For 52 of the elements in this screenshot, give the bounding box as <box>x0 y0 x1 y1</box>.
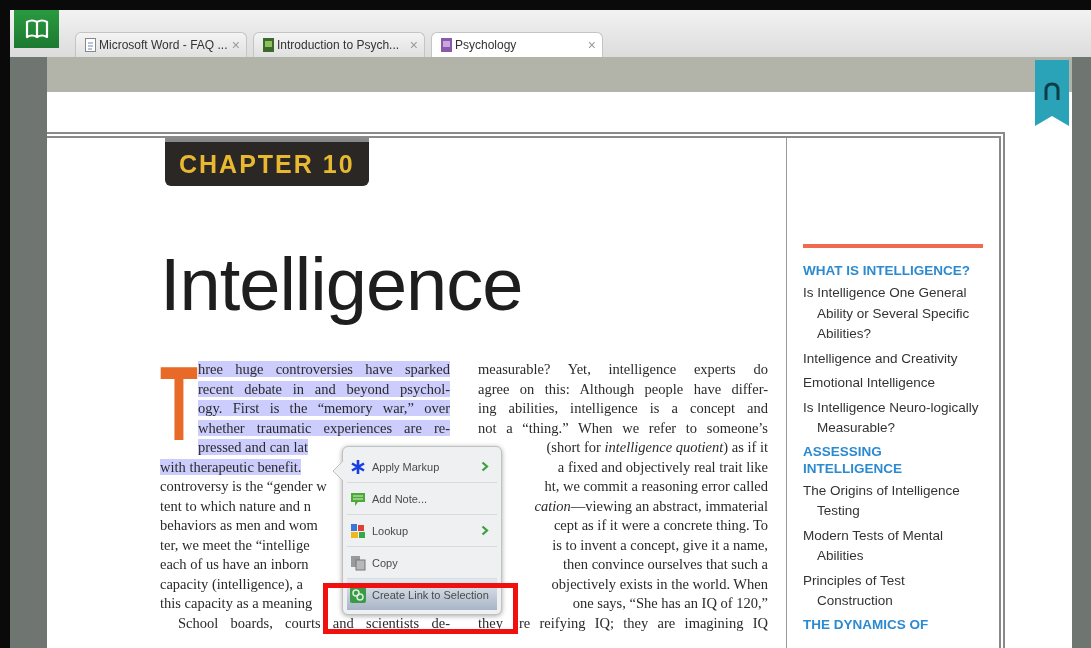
subsection-link[interactable]: Intelligence and Creativity <box>803 348 983 369</box>
subsection-link[interactable]: Emotional Intelligence <box>803 373 983 394</box>
chapter-title: Intelligence <box>160 242 524 328</box>
text-line: cept as if it were a concrete thing. To <box>553 517 768 533</box>
section-heading-link[interactable]: THE DYNAMICS OF <box>803 615 983 633</box>
text-line: objectively exists in the world. When <box>551 575 768 592</box>
subsection-link[interactable]: Is Intelligence Neuro-logically Measurable? <box>803 397 983 439</box>
text-line: this capacity as a meaning <box>160 595 313 611</box>
text-line: cation—viewing an abstract, immaterial <box>534 497 768 514</box>
text-line: re reifying IQ; they are imagining IQ <box>518 614 768 631</box>
subsection-link[interactable]: The Origins of Intelligence Testing <box>803 480 983 522</box>
subsection-link[interactable]: Modern Tests of Mental Abilities <box>803 525 983 567</box>
text-line: capacity (intelligence), a <box>160 575 303 592</box>
section-heading-link[interactable]: ASSESSING INTELLIGENCE <box>803 442 983 477</box>
text-line: controversy is the “gender w <box>160 478 327 494</box>
copy-icon <box>350 554 366 571</box>
menu-item[interactable]: Add Note... <box>347 483 497 515</box>
subsection-link[interactable]: Principles of Test Construction <box>803 570 983 612</box>
text-line: ter, we meet the “intellige <box>160 536 310 553</box>
drop-cap-letter: T <box>160 362 198 447</box>
text-line: is to invent a concept, give it a name, <box>552 536 768 553</box>
chapter-badge: CHAPTER 10 <box>165 138 369 186</box>
book-tab[interactable]: Introduction to Psych... × <box>253 32 425 57</box>
text-line: one says, “She has an IQ of 120,” <box>572 595 768 611</box>
library-button[interactable] <box>14 10 59 48</box>
menu-item[interactable]: Apply Markup <box>347 451 497 483</box>
text-line: agree on this: Although people have differ- <box>478 380 768 397</box>
bookmark-ribbon-icon[interactable] <box>1035 60 1069 126</box>
book-tab[interactable]: Microsoft Word - FAQ ... × <box>75 32 247 57</box>
text-line: ing abilities, intelligence is a concept and <box>478 400 768 416</box>
note-icon <box>350 490 366 507</box>
book-cover-icon <box>263 38 274 52</box>
text-line: tent to which nature and n <box>160 497 311 514</box>
text-line: they <box>478 613 503 633</box>
text-line: (short for intelligence quotient) as if it <box>546 439 768 455</box>
book-tab[interactable]: Psychology × <box>431 32 603 57</box>
subsection-link[interactable]: Is Intelligence One General Ability or Several Specific Abilities? <box>803 283 983 345</box>
colored-squares-icon <box>350 522 366 539</box>
book-cover-icon <box>441 38 452 52</box>
text-line: then convince ourselves that such a <box>563 556 768 572</box>
text-line: a fixed and objectively real trait like <box>557 458 768 475</box>
text-line: School boards, courts and scientists de- <box>178 614 450 631</box>
document-icon <box>85 38 96 52</box>
text-line: ht, we commit a reasoning error called <box>544 478 768 494</box>
text-line: measurable? Yet, intelligence experts do <box>478 361 768 377</box>
text-line: each of us have an inborn <box>160 556 309 572</box>
asterisk-icon <box>350 458 366 475</box>
menu-item[interactable]: Lookup <box>347 515 497 547</box>
text-line: not a “thing.” When we refer to someone’s <box>478 419 768 436</box>
text-line: behaviors as men and wom <box>160 517 318 533</box>
section-heading-link[interactable]: WHAT IS INTELLIGENCE? <box>803 262 983 279</box>
open-book-icon <box>24 19 49 39</box>
